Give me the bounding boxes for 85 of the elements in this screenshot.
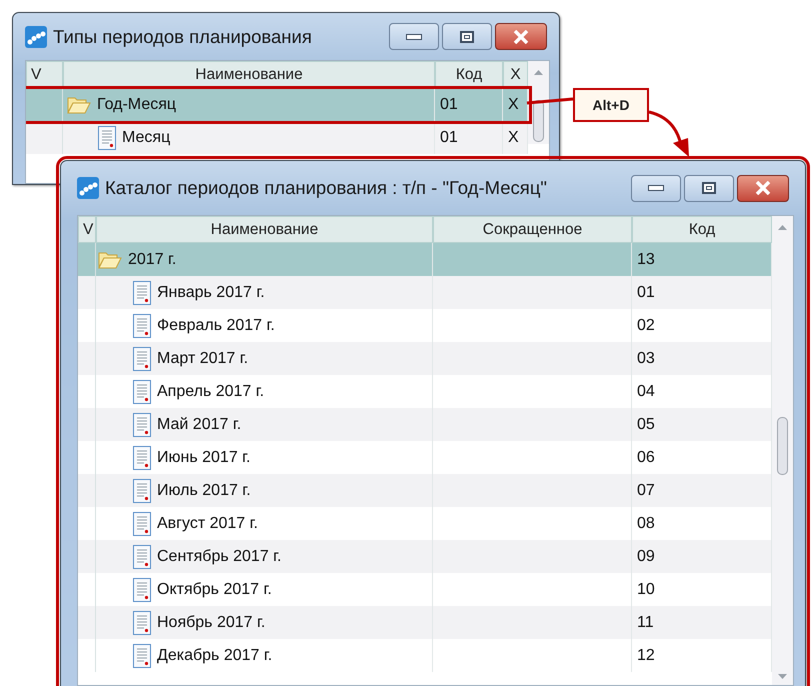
app-icon [77,177,99,199]
table-cell: Июнь 2017 г. [157,448,250,466]
table-row[interactable]: Ноябрь 2017 г. 11 [78,606,772,639]
minimize-button[interactable] [389,23,439,50]
column-header[interactable]: V [26,61,63,88]
document-icon [133,314,151,338]
table-cell: 01 [440,96,458,114]
table-cell: 06 [637,448,655,466]
document-icon [133,446,151,470]
table-cell: Апрель 2017 г. [157,382,264,400]
table-cell: Январь 2017 г. [157,284,265,302]
table-cell: X [508,128,519,146]
table-cell: 07 [637,482,655,500]
curved-arrow [648,110,689,157]
table-cell: Май 2017 г. [157,416,242,434]
table-cell: 12 [637,646,655,664]
table-cell: 08 [637,514,655,532]
maximize-icon [702,182,716,194]
table-cell: 11 [637,614,654,632]
table-cell: 09 [637,548,655,566]
table-cell: Октябрь 2017 г. [157,580,272,598]
table-row[interactable]: Июль 2017 г. 07 [78,474,772,507]
table-cell: 13 [637,250,655,268]
minimize-icon [406,34,422,40]
table-row[interactable]: Январь 2017 г. 01 [78,276,772,309]
table-cell: Июль 2017 г. [157,482,251,500]
window-title: Каталог периодов планирования : т/п - "Год-Месяц" [105,177,548,199]
column-header[interactable]: Наименование [96,216,433,243]
app-icon [25,26,47,48]
table-cell: 04 [637,382,655,400]
table-row[interactable]: 2017 г. 13 [78,243,772,276]
minimize-icon [648,185,664,191]
scrollbar[interactable] [772,243,793,685]
column-header[interactable]: X [503,61,528,88]
column-header[interactable]: Сокращенное [433,216,632,243]
table-cell: Декабрь 2017 г. [157,646,272,664]
shortcut-label: Alt+D [573,88,649,122]
column-header[interactable]: Код [435,61,503,88]
document-icon [133,280,151,304]
table-cell: 05 [637,416,655,434]
table-cell: 10 [637,580,655,598]
table-cell: Ноябрь 2017 г. [157,614,266,632]
table-row[interactable]: Месяц 01 X [26,121,528,154]
scrollbar-thumb[interactable] [777,417,788,475]
document-icon [133,544,151,568]
window-title: Типы периодов планирования [53,26,313,48]
maximize-button[interactable] [684,174,734,202]
column-header[interactable]: Код [632,216,772,243]
table-cell: X [508,96,519,114]
close-icon [513,30,529,44]
document-icon [133,512,151,536]
leader-line [526,98,574,104]
document-icon [133,346,151,370]
column-header[interactable]: V [78,216,96,243]
document-icon [98,126,116,150]
document-icon [133,412,151,436]
document-icon [133,610,151,634]
table-cell: Август 2017 г. [157,514,258,532]
table-row[interactable]: Май 2017 г. 05 [78,408,772,441]
document-icon [133,578,151,602]
document-icon [133,380,151,404]
document-icon [133,644,151,668]
column-header[interactable]: Наименование [63,61,435,88]
table-cell: Сентябрь 2017 г. [157,548,282,566]
minimize-button[interactable] [631,174,681,202]
close-button[interactable] [737,174,789,202]
table-cell: Год-Месяц [97,96,176,114]
folder-icon [98,250,122,268]
table-row[interactable]: Сентябрь 2017 г. 09 [78,540,772,573]
table-cell: 02 [637,316,655,334]
maximize-button[interactable] [442,23,492,50]
table-cell: Март 2017 г. [157,350,248,368]
scrollbar-thumb[interactable] [533,100,544,142]
maximize-icon [460,30,474,42]
folder-icon [67,96,91,114]
table-cell: Месяц [122,128,170,146]
document-icon [133,478,151,502]
table-cell: 01 [440,128,458,146]
table-cell: 03 [637,350,655,368]
close-icon [755,181,771,195]
close-button[interactable] [495,23,547,50]
table-cell: 01 [637,284,655,302]
table-cell: 2017 г. [128,250,176,268]
table-cell: Февраль 2017 г. [157,316,275,334]
table-row[interactable]: Март 2017 г. 03 [78,342,772,375]
